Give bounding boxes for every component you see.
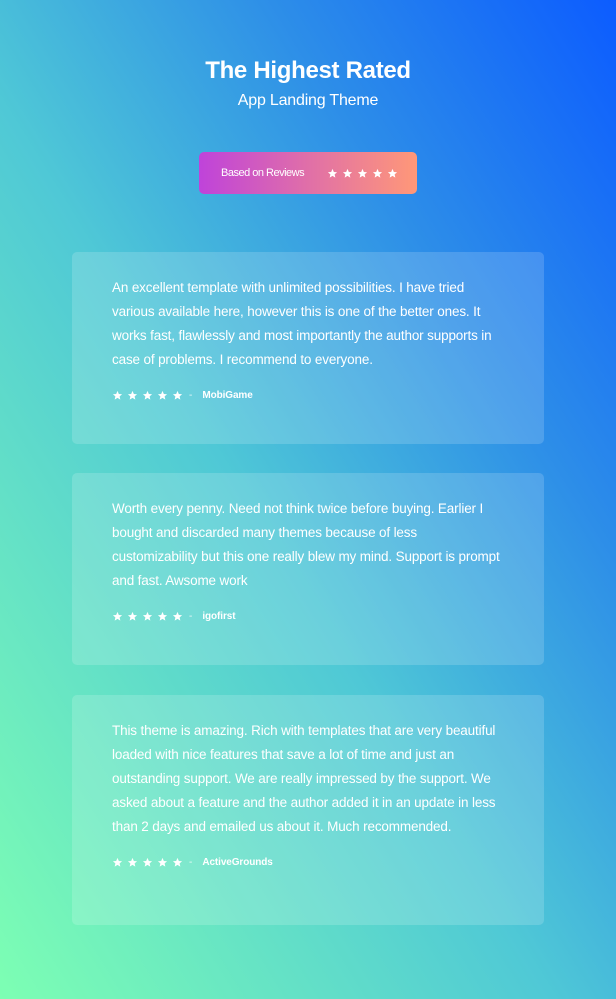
review-stars <box>112 611 183 622</box>
star-icon <box>112 611 123 622</box>
star-icon <box>142 857 153 868</box>
review-card: This theme is amazing. Rich with templat… <box>72 695 544 925</box>
star-icon <box>342 168 353 179</box>
page-subtitle: App Landing Theme <box>237 92 379 109</box>
review-text: An excellent template with unlimited pos… <box>112 280 492 367</box>
star-icon <box>387 168 398 179</box>
star-icon <box>172 390 183 401</box>
separator: - <box>189 610 193 622</box>
review-author: ActiveGrounds <box>202 856 273 868</box>
separator: - <box>189 856 193 868</box>
review-stars <box>112 857 183 868</box>
review-text: This theme is amazing. Rich with templat… <box>112 723 496 834</box>
review-meta: - MobiGame <box>112 388 504 402</box>
review-stars <box>112 390 183 401</box>
review-card: Worth every penny. Need not think twice … <box>72 473 544 665</box>
review-author: igofirst <box>202 610 236 622</box>
star-icon <box>142 611 153 622</box>
star-icon <box>127 611 138 622</box>
star-icon <box>372 168 383 179</box>
review-text: Worth every penny. Need not think twice … <box>112 501 500 588</box>
page-title: The Highest Rated <box>205 57 411 84</box>
star-icon <box>157 857 168 868</box>
star-icon <box>127 390 138 401</box>
review-meta: - ActiveGrounds <box>112 855 504 869</box>
separator: - <box>189 389 193 401</box>
badge-label: Based on Reviews <box>221 167 305 179</box>
star-icon <box>357 168 368 179</box>
star-icon <box>112 857 123 868</box>
star-icon <box>172 857 183 868</box>
star-icon <box>157 611 168 622</box>
star-icon <box>142 390 153 401</box>
section-header: The Highest Rated App Landing Theme <box>0 55 616 111</box>
review-author: MobiGame <box>202 389 253 401</box>
badge-stars <box>327 168 398 179</box>
star-icon <box>112 390 123 401</box>
rating-badge: Based on Reviews <box>199 152 417 194</box>
review-card: An excellent template with unlimited pos… <box>72 252 544 444</box>
star-icon <box>327 168 338 179</box>
star-icon <box>157 390 168 401</box>
review-meta: - igofirst <box>112 609 504 623</box>
star-icon <box>127 857 138 868</box>
star-icon <box>172 611 183 622</box>
